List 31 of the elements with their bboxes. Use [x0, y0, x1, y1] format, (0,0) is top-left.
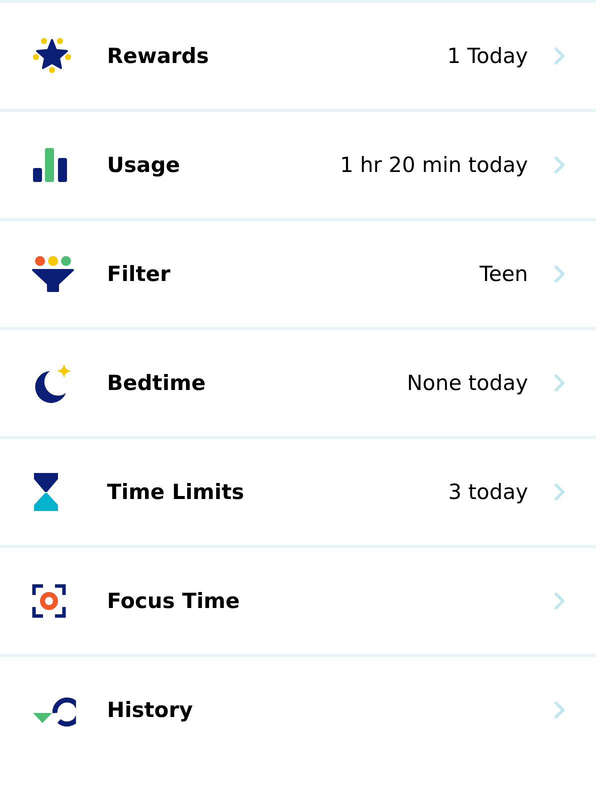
- settings-row[interactable]: Focus Time: [0, 548, 596, 657]
- row-value: 3 today: [448, 480, 528, 504]
- settings-row[interactable]: History: [0, 657, 596, 763]
- funnel-icon: [32, 256, 74, 292]
- chevron-icon: [554, 156, 566, 174]
- bar-chart-icon: [32, 148, 68, 182]
- row-label: Usage: [107, 153, 181, 177]
- row-value: None today: [406, 371, 528, 395]
- row-label: History: [107, 698, 194, 722]
- row-value: 1 hr 20 min today: [340, 153, 528, 177]
- row-value: Teen: [480, 262, 528, 286]
- chevron-icon: [554, 483, 566, 501]
- settings-row[interactable]: Filter Teen: [0, 221, 596, 330]
- row-label: Focus Time: [107, 589, 241, 613]
- row-value: 1 Today: [447, 44, 528, 68]
- focus-icon: [32, 584, 66, 618]
- chevron-icon: [554, 592, 566, 610]
- chevron-icon: [554, 47, 566, 65]
- settings-row[interactable]: Usage 1 hr 20 min today: [0, 112, 596, 221]
- chevron-icon: [554, 701, 566, 719]
- star-icon: [32, 37, 72, 75]
- chevron-icon: [554, 265, 566, 283]
- row-label: Rewards: [107, 44, 210, 68]
- row-label: Time Limits: [107, 480, 246, 504]
- row-label: Filter: [107, 262, 172, 286]
- settings-row[interactable]: Time Limits 3 today: [0, 439, 596, 548]
- settings-row[interactable]: Rewards 1 Today: [0, 3, 596, 112]
- settings-row[interactable]: Bedtime None today: [0, 330, 596, 439]
- chevron-icon: [554, 374, 566, 392]
- row-label: Bedtime: [107, 371, 207, 395]
- hourglass-icon: [32, 473, 60, 511]
